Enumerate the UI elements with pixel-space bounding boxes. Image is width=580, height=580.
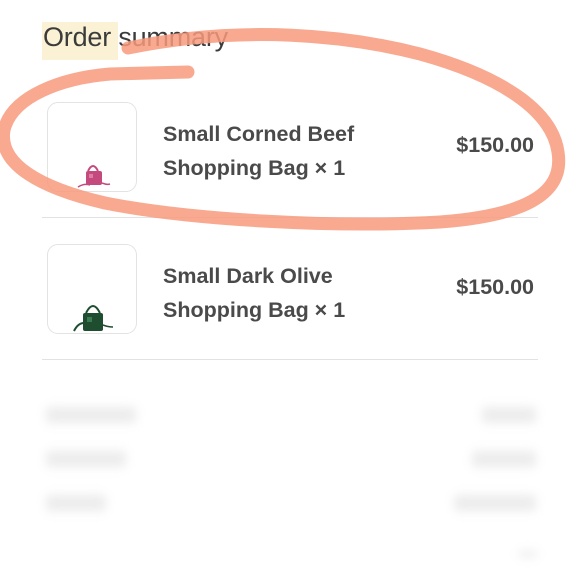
line-item[interactable]: Small Corned Beef Shopping Bag × 1 $150.… [42, 100, 538, 216]
line-item[interactable]: Small Dark Olive Shopping Bag × 1 $150.0… [42, 242, 538, 358]
item-name-line: Shopping Bag × 1 [163, 156, 346, 180]
divider [42, 359, 538, 360]
item-name-line: Small Dark Olive [163, 264, 333, 288]
blurred-summary [42, 395, 538, 565]
page-title: Order summary [43, 22, 228, 52]
item-price: $150.00 [456, 275, 534, 299]
product-thumbnail[interactable] [47, 102, 137, 192]
product-thumbnail[interactable] [47, 244, 137, 334]
item-price: $150.00 [456, 133, 534, 157]
divider [42, 217, 538, 218]
item-name: Small Corned Beef Shopping Bag × 1 [163, 117, 403, 185]
item-name-line: Small Corned Beef [163, 122, 355, 146]
item-name-line: Shopping Bag × 1 [163, 298, 346, 322]
item-name: Small Dark Olive Shopping Bag × 1 [163, 259, 403, 327]
pink-bag-icon [77, 165, 111, 188]
green-bag-icon [73, 305, 114, 332]
